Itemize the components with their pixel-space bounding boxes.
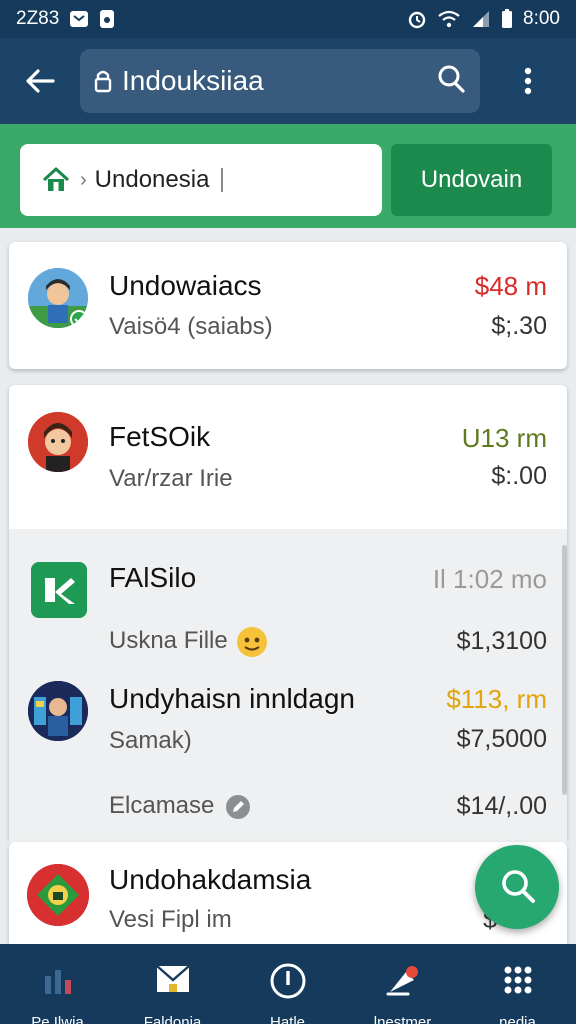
nav-item-home[interactable]: Pe Ilwia <box>0 944 115 1024</box>
nav-item-info[interactable]: Hatle <box>230 944 345 1024</box>
item-price: $:.00 <box>491 462 547 490</box>
scrollbar[interactable] <box>562 545 567 795</box>
chevron-right-icon: › <box>80 168 87 191</box>
nav-label: nedia <box>499 1014 536 1024</box>
item-title: Undowaiacs <box>109 270 262 301</box>
bottom-nav: Pe Ilwia Faldonia Hatle lnestmer nedia <box>0 944 576 1024</box>
list-item[interactable]: Elcamase $14/,.00 <box>9 769 567 843</box>
app-bar: Indouksiiaa <box>0 38 576 124</box>
bell-icon <box>345 962 460 998</box>
nav-item-more[interactable]: nedia <box>460 944 575 1024</box>
nav-label: Faldonia <box>143 1014 202 1024</box>
home-icon <box>42 167 70 191</box>
back-button[interactable] <box>0 38 80 124</box>
status-time-left: 2Z83 <box>16 8 60 29</box>
search-query[interactable]: Indouksiiaa <box>122 65 436 97</box>
item-amount: $48 m <box>474 271 547 301</box>
list-card[interactable]: Undowaiacs Vaisö4 (saiabs) $48 m $;.30 <box>9 242 567 369</box>
lock-icon <box>94 69 112 93</box>
item-price: $7,5000 <box>456 725 547 753</box>
item-subtitle: Elcamase <box>109 792 215 819</box>
expanded-section: FAlSilo Uskna Fille Il 1:02 mo $1,3100 U… <box>9 529 567 843</box>
battery-icon <box>501 9 513 29</box>
chart-icon <box>0 962 115 996</box>
nav-label: lnestmer <box>373 1014 432 1024</box>
signal-icon <box>471 10 491 28</box>
text-cursor <box>221 168 224 192</box>
item-subtitle: Samak) <box>109 727 192 754</box>
item-title: Undohakdamsia <box>109 864 312 895</box>
grid-icon <box>460 962 575 998</box>
nav-label: Hatle <box>269 1014 306 1024</box>
edit-icon[interactable] <box>225 794 251 825</box>
avatar <box>28 412 88 472</box>
nav-item-alerts[interactable]: lnestmer <box>345 944 460 1024</box>
search-field[interactable]: Indouksiiaa <box>80 49 480 113</box>
location-search-button[interactable]: Undovain <box>391 144 552 216</box>
item-amount: U13 rm <box>461 423 547 453</box>
list-card: FetSOik Var/rzar Irie U13 rm $:.00 FAlSi… <box>9 385 567 843</box>
avatar <box>28 268 88 328</box>
item-title: FetSOik <box>109 421 211 452</box>
item-subtitle: Vesi Fipl im <box>109 906 232 933</box>
search-icon[interactable] <box>436 64 466 99</box>
emoji-face-icon <box>235 625 269 664</box>
item-subtitle: Var/rzar Irie <box>109 465 233 492</box>
item-price: $14/,.00 <box>456 792 547 820</box>
item-title: Undyhaisn innldagn <box>109 683 355 714</box>
app-logo-icon <box>31 562 87 618</box>
mail-icon <box>115 962 230 996</box>
avatar <box>27 864 89 926</box>
badge-icon <box>70 310 88 328</box>
nav-label: Pe Ilwia <box>31 1014 84 1024</box>
more-vert-icon <box>524 67 532 95</box>
arrow-left-icon <box>26 69 55 93</box>
item-price: $1,3100 <box>456 627 547 655</box>
item-title: FAlSilo <box>109 562 197 593</box>
item-subtitle: Uskna Fille <box>109 627 228 654</box>
alarm-icon <box>407 9 427 29</box>
notification-icon <box>99 9 115 29</box>
item-amount: $113, rm <box>446 684 547 714</box>
status-time-right: 8:00 <box>523 8 560 29</box>
item-amount: Il 1:02 mo <box>432 564 547 594</box>
search-fab[interactable] <box>475 845 559 929</box>
avatar <box>28 681 88 741</box>
list-item[interactable]: Undyhaisn innldagn Samak) $113, rm $7,50… <box>9 669 567 759</box>
location-field[interactable]: › Undonesia <box>20 144 382 216</box>
message-icon <box>69 10 89 28</box>
wifi-icon <box>437 10 461 28</box>
item-subtitle: Vaisö4 (saiabs) <box>109 313 273 340</box>
location-text: Undonesia <box>94 166 210 193</box>
item-price: $;.30 <box>491 312 547 340</box>
info-icon <box>230 962 345 1000</box>
more-options-button[interactable] <box>480 38 576 124</box>
list-item[interactable]: FetSOik Var/rzar Irie U13 rm $:.00 <box>9 385 567 529</box>
list-item[interactable]: FAlSilo Uskna Fille Il 1:02 mo $1,3100 <box>9 529 567 657</box>
search-icon <box>502 870 535 903</box>
nav-item-mail[interactable]: Faldonia <box>115 944 230 1024</box>
status-bar: 2Z83 8:00 <box>0 0 576 38</box>
